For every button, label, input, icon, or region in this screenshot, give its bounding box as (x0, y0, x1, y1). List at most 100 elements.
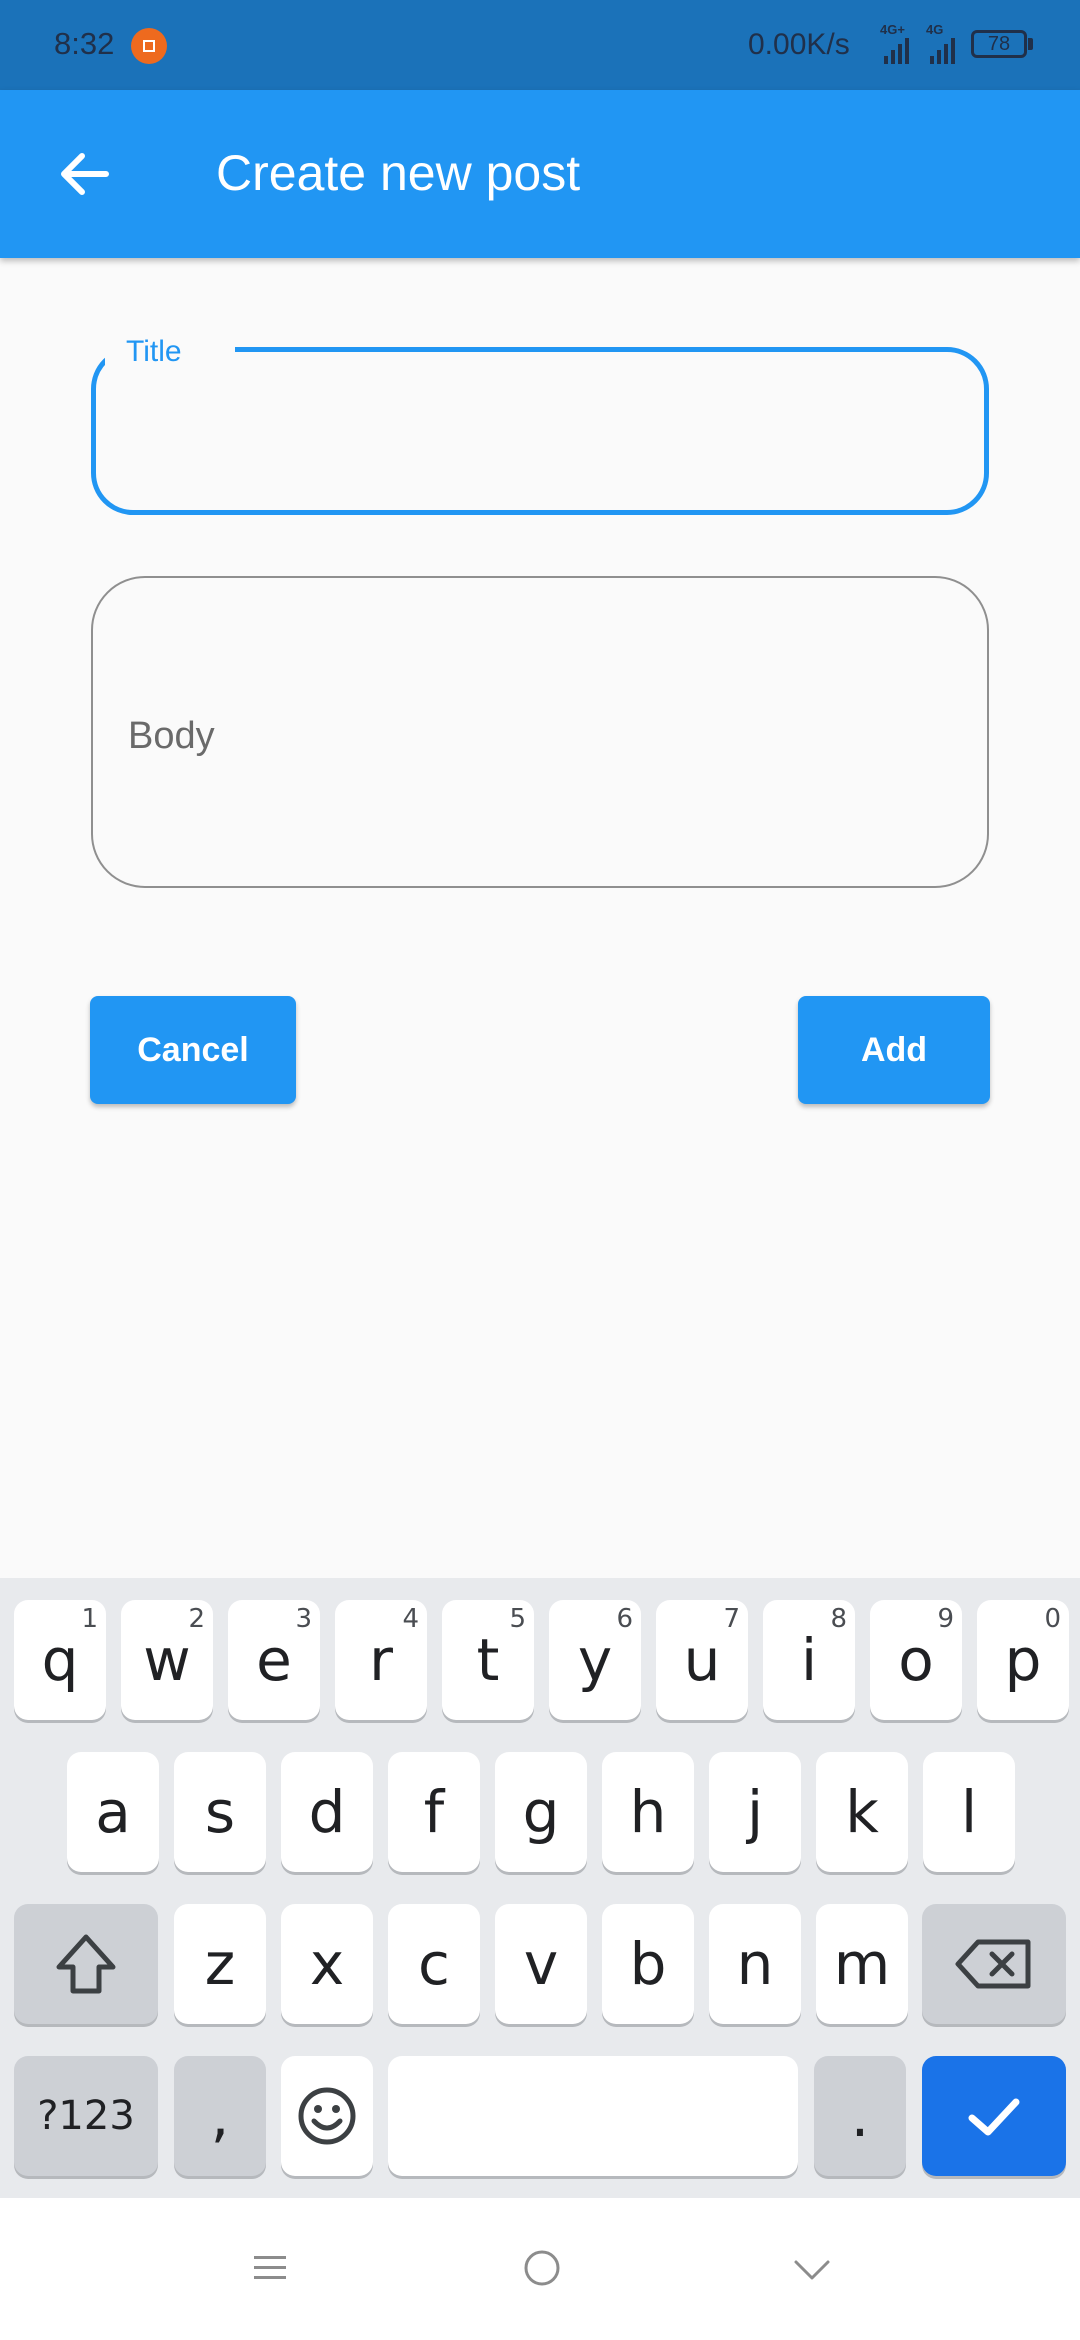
key-f[interactable]: f (388, 1752, 480, 1872)
title-input[interactable] (126, 390, 950, 472)
key-t[interactable]: t5 (442, 1600, 534, 1720)
key-label: , (210, 2082, 230, 2150)
key-hint: 1 (81, 1604, 98, 1634)
key-v[interactable]: v (495, 1904, 587, 2024)
key-label: v (523, 1930, 559, 1998)
key-hint: 6 (616, 1604, 633, 1634)
battery-tip (1028, 38, 1033, 50)
key-hint: 2 (188, 1604, 205, 1634)
key-label: d (308, 1778, 346, 1846)
body-input[interactable] (126, 700, 950, 772)
key-a[interactable]: a (67, 1752, 159, 1872)
title-label: Title (126, 335, 182, 368)
key-label: r (369, 1626, 393, 1694)
add-button[interactable]: Add (798, 996, 990, 1104)
key-z[interactable]: z (174, 1904, 266, 2024)
page-title: Create new post (216, 145, 581, 201)
key-q[interactable]: q1 (14, 1600, 106, 1720)
network-speed: 0.00K/s (748, 28, 850, 61)
soft-keyboard: q1 w2 e3 r4 t5 y6 u7 i8 o9 p0 a s d f g … (0, 1578, 1080, 2198)
chevron-down-icon (794, 2260, 830, 2280)
back-nav-button[interactable] (790, 2248, 834, 2292)
key-label: c (418, 1930, 450, 1998)
key-h[interactable]: h (602, 1752, 694, 1872)
key-label: z (204, 1930, 236, 1998)
menu-nav-button[interactable] (250, 2246, 290, 2290)
key-label: k (845, 1778, 879, 1846)
period-key[interactable]: . (814, 2056, 906, 2176)
home-circle-icon (524, 2250, 560, 2286)
backspace-key[interactable] (922, 1904, 1066, 2024)
key-label: s (204, 1778, 236, 1846)
signal-4g-icon: 4G (924, 22, 964, 66)
key-hint: 9 (937, 1604, 954, 1634)
checkmark-icon (968, 2098, 1020, 2136)
key-label: p (1004, 1626, 1042, 1694)
emoji-icon (298, 2087, 356, 2145)
key-label: . (850, 2082, 870, 2150)
key-u[interactable]: u7 (656, 1600, 748, 1720)
key-label: w (143, 1626, 191, 1694)
key-label: q (41, 1626, 79, 1694)
key-y[interactable]: y6 (549, 1600, 641, 1720)
key-x[interactable]: x (281, 1904, 373, 2024)
key-label: g (522, 1778, 560, 1846)
comma-key[interactable]: , (174, 2056, 266, 2176)
app-bar: Create new post (0, 90, 1080, 258)
shift-key[interactable] (14, 1904, 158, 2024)
key-s[interactable]: s (174, 1752, 266, 1872)
key-o[interactable]: o9 (870, 1600, 962, 1720)
key-label: h (629, 1778, 667, 1846)
signal-label: 4G+ (880, 22, 905, 37)
emoji-key[interactable] (281, 2056, 373, 2176)
key-p[interactable]: p0 (977, 1600, 1069, 1720)
signal-label: 4G (926, 22, 944, 37)
key-label: n (736, 1930, 774, 1998)
screen-recorder-icon (131, 28, 167, 64)
arrow-left-icon (61, 153, 109, 195)
home-nav-button[interactable] (520, 2246, 564, 2290)
key-label: y (577, 1626, 613, 1694)
key-label: u (683, 1626, 721, 1694)
shift-icon (56, 1934, 116, 1994)
key-label: b (629, 1930, 667, 1998)
key-b[interactable]: b (602, 1904, 694, 2024)
key-label: x (309, 1930, 345, 1998)
key-d[interactable]: d (281, 1752, 373, 1872)
key-label: o (898, 1626, 934, 1694)
key-label: j (746, 1778, 764, 1846)
symbols-key[interactable]: ?123 (14, 2056, 158, 2176)
navigation-bar (0, 2198, 1080, 2340)
key-hint: 4 (402, 1604, 419, 1634)
battery-icon: 78 (971, 30, 1027, 58)
key-j[interactable]: j (709, 1752, 801, 1872)
key-m[interactable]: m (816, 1904, 908, 2024)
status-time: 8:32 (54, 26, 115, 61)
key-hint: 7 (723, 1604, 740, 1634)
key-e[interactable]: e3 (228, 1600, 320, 1720)
key-k[interactable]: k (816, 1752, 908, 1872)
key-l[interactable]: l (923, 1752, 1015, 1872)
key-i[interactable]: i8 (763, 1600, 855, 1720)
signal-4g-plus-icon: 4G+ (878, 22, 918, 66)
key-label: m (833, 1930, 891, 1998)
done-key[interactable] (922, 2056, 1066, 2176)
key-label: e (256, 1626, 292, 1694)
key-w[interactable]: w2 (121, 1600, 213, 1720)
key-n[interactable]: n (709, 1904, 801, 2024)
key-g[interactable]: g (495, 1752, 587, 1872)
key-hint: 5 (509, 1604, 526, 1634)
key-hint: 0 (1044, 1604, 1061, 1634)
key-label: f (423, 1778, 445, 1846)
key-hint: 8 (830, 1604, 847, 1634)
menu-icon (254, 2256, 286, 2279)
key-label: l (960, 1778, 978, 1846)
key-label: t (476, 1626, 500, 1694)
cancel-button[interactable]: Cancel (90, 996, 296, 1104)
back-button[interactable] (50, 140, 118, 208)
space-key[interactable] (388, 2056, 798, 2176)
key-c[interactable]: c (388, 1904, 480, 2024)
key-r[interactable]: r4 (335, 1600, 427, 1720)
status-bar: 8:32 0.00K/s 4G+ 4G 78 (0, 0, 1080, 90)
key-hint: 3 (295, 1604, 312, 1634)
